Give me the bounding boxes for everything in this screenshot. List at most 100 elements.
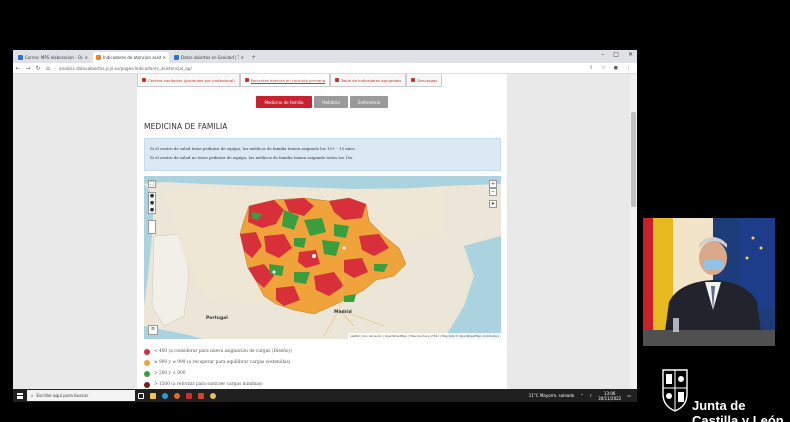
search-icon: ⌕ <box>31 393 34 398</box>
junta-logo: Junta de Castilla y León <box>656 368 790 422</box>
bookmark-icon[interactable]: ☆ <box>601 65 605 71</box>
layers-button[interactable]: ≡ <box>148 325 158 335</box>
new-tab-button[interactable]: + <box>251 52 256 63</box>
pill-pediatria[interactable]: Pediatría <box>314 96 348 108</box>
browser-tab-0[interactable]: Correo: MPS elaboracion - Ou ✕ <box>15 52 91 63</box>
page-content: Centros sanitarios (pacientes por profes… <box>137 74 507 402</box>
junta-logo-text: Junta de Castilla y León <box>692 398 784 422</box>
logo-line-1: Junta de <box>692 398 746 413</box>
reload-icon[interactable]: ↻ <box>33 65 43 72</box>
volume-icon[interactable]: ♪ <box>590 393 593 398</box>
fullscreen-icon[interactable]: ⛶ <box>150 181 154 187</box>
legend-label: < 400 (a considerar para nueva asignació… <box>154 349 292 354</box>
legend-item: < 400 (a considerar para nueva asignació… <box>144 346 504 357</box>
search-placeholder: Escribe aquí para buscar <box>36 393 89 398</box>
map[interactable]: ⛶ ● ● ● + − ➤ ≡ Portugal Madrid Leaflet … <box>144 176 501 339</box>
clock[interactable]: 13:06 30/11/2022 <box>598 391 621 401</box>
marker-icon[interactable]: ● <box>149 193 155 200</box>
tab-label: Pacientes demora en consulta primaria <box>250 77 326 83</box>
close-icon[interactable]: ✕ <box>85 55 88 60</box>
zoom-in-button[interactable]: + <box>489 180 497 188</box>
browser-tab-bar: Correo: MPS elaboracion - Ou ✕ Indicador… <box>13 50 637 63</box>
browser-window: Correo: MPS elaboracion - Ou ✕ Indicador… <box>13 50 637 402</box>
share-icon[interactable]: ⇪ <box>589 65 593 71</box>
map-legend: < 400 (a considerar para nueva asignació… <box>144 346 504 390</box>
tab-label: Tabla de indicadores agrupados <box>341 77 402 83</box>
back-icon[interactable]: ← <box>13 65 23 72</box>
map-label-madrid: Madrid <box>334 310 352 315</box>
legend-swatch <box>144 359 150 366</box>
layer-controls: ● ● ● <box>148 192 156 214</box>
legend-item: > 500 y < 900 <box>144 368 504 379</box>
system-tray: 11°C Mayorm. soleado ⌃ ♪ 13:06 30/11/202… <box>529 391 637 401</box>
tab-tabla-indicadores[interactable]: Tabla de indicadores agrupados <box>330 74 407 87</box>
browser-tab-2[interactable]: Datos abiertos en Sanidad | Tra ✕ <box>171 52 247 63</box>
weather-status[interactable]: 11°C Mayorm. soleado <box>529 393 574 398</box>
task-view-icon[interactable] <box>135 389 147 402</box>
document-icon <box>142 78 146 82</box>
address-bar: ← → ↻ ⌂ analisis.datosabiertos.jcyl.es/p… <box>13 63 637 74</box>
close-window-button[interactable]: ✕ <box>628 51 633 58</box>
window-controls: – □ ✕ <box>601 51 633 58</box>
page-viewport: Centros sanitarios (pacientes por profes… <box>13 74 637 402</box>
category-pills: Medicina de familia Pediatría Enfermería <box>256 96 388 108</box>
marker-icon[interactable]: ● <box>149 207 155 214</box>
chrome-icon[interactable] <box>207 389 219 402</box>
locate-button[interactable]: ➤ <box>489 200 497 208</box>
speaker-video <box>643 218 775 346</box>
download-icon <box>411 78 416 82</box>
network-icon[interactable]: ⌃ <box>580 393 583 398</box>
document-icon <box>244 78 249 82</box>
file-explorer-icon[interactable] <box>147 389 159 402</box>
home-icon[interactable]: ⌂ <box>43 65 53 72</box>
favicon-icon <box>18 55 23 60</box>
tab-centros-sanitarios[interactable]: Centros sanitarios (pacientes por profes… <box>137 74 240 87</box>
page-scrollbar[interactable] <box>630 74 637 402</box>
coat-of-arms-icon <box>662 369 688 412</box>
legend-item: ≥ 900 y ≤ 999 (a recuperar para equilibr… <box>144 357 504 368</box>
browser-tab-label: Indicadores de atencion asiste <box>103 55 161 60</box>
url-input[interactable]: analisis.datosabiertos.jcyl.es/pages/ind… <box>59 66 589 71</box>
scrollbar-thumb[interactable] <box>631 112 636 207</box>
legend-label: ≥ 900 y ≤ 999 (a recuperar para equilibr… <box>154 360 291 365</box>
profile-icon[interactable]: ● <box>614 65 618 71</box>
close-icon[interactable]: ✕ <box>241 55 244 60</box>
legend-swatch <box>144 381 150 388</box>
map-label-portugal: Portugal <box>206 316 228 321</box>
tab-label: Centros sanitarios (pacientes por profes… <box>148 77 235 83</box>
top-tab-list: Centros sanitarios (pacientes por profes… <box>137 74 443 87</box>
map-attribution[interactable]: Leaflet | Con ubicación | OpenStreetMap … <box>348 333 501 339</box>
map-canvas <box>144 176 501 339</box>
taskbar-search[interactable]: ⌕ Escribe aquí para buscar <box>27 390 135 401</box>
pill-medicina-de-familia[interactable]: Medicina de familia <box>256 96 312 108</box>
legend-swatch <box>144 348 150 355</box>
tab-pacientes-demora[interactable]: Pacientes demora en consulta primaria <box>239 74 331 87</box>
section-title: MEDICINA DE FAMILIA <box>144 122 228 131</box>
logo-line-2: Castilla y León <box>692 413 784 422</box>
pill-enfermeria[interactable]: Enfermería <box>350 96 388 108</box>
notifications-icon[interactable]: ▭ <box>627 393 631 398</box>
powerpoint-icon[interactable] <box>195 389 207 402</box>
close-icon[interactable]: ✕ <box>163 55 166 60</box>
marker-icon[interactable]: ● <box>149 200 155 207</box>
maximize-button[interactable]: □ <box>613 51 619 58</box>
address-bar-actions: ⇪ ☆ ● ⋮ <box>589 65 631 71</box>
info-line: Si el centro de salud no tiene pediatra … <box>150 155 354 160</box>
start-button[interactable] <box>13 389 27 402</box>
navigation-icon: ➤ <box>490 201 496 207</box>
windows-icon <box>17 392 23 399</box>
tab-label: Descargas <box>417 77 438 83</box>
info-box: Si el centro de salud tiene pediatra de … <box>144 138 501 171</box>
favicon-icon <box>96 55 101 60</box>
firefox-icon[interactable] <box>171 389 183 402</box>
tab-descargas[interactable]: Descargas <box>406 74 443 87</box>
forward-icon[interactable]: → <box>23 65 33 72</box>
edge-icon[interactable] <box>159 389 171 402</box>
browser-tab-1[interactable]: Indicadores de atencion asiste ✕ <box>93 52 169 63</box>
ruler-control[interactable] <box>148 220 156 234</box>
acrobat-icon[interactable] <box>183 389 195 402</box>
menu-icon[interactable]: ⋮ <box>626 65 631 71</box>
zoom-out-button[interactable]: − <box>489 188 497 196</box>
minimize-button[interactable]: – <box>601 51 604 58</box>
info-line: Si el centro de salud tiene pediatra de … <box>150 146 356 151</box>
